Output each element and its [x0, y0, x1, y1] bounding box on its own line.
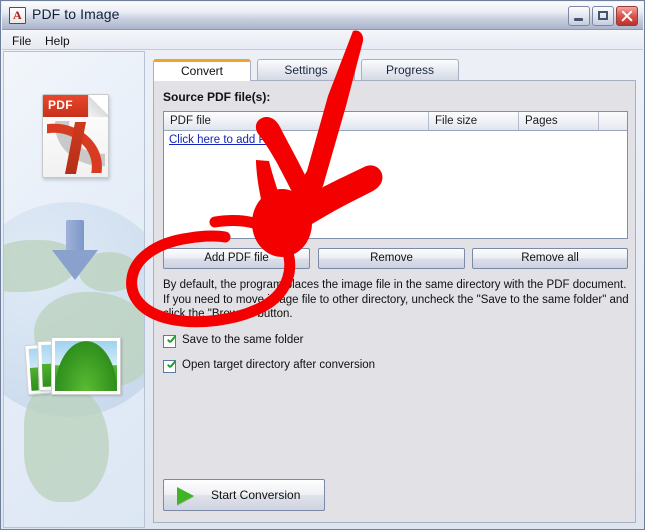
click-here-to-add-pdf-link[interactable]: Click here to add PDF — [169, 134, 282, 146]
down-arrow-icon — [52, 220, 98, 282]
checkbox-icon[interactable] — [163, 335, 176, 348]
list-header-row: PDF file File size Pages — [164, 112, 627, 131]
main-content-area: Convert Settings Progress Source PDF fil… — [148, 53, 642, 528]
title-bar: PDF to Image — [2, 2, 643, 30]
maximize-button[interactable] — [592, 6, 614, 26]
remove-button[interactable]: Remove — [318, 248, 465, 269]
convert-panel: Source PDF file(s): PDF file File size P… — [153, 80, 636, 523]
application-window: PDF to Image File Help — [0, 0, 645, 530]
pdf-badge-label — [43, 95, 89, 117]
pdf-app-icon — [9, 7, 26, 24]
window-title: PDF to Image — [32, 6, 120, 22]
column-header-pages[interactable]: Pages — [519, 112, 599, 130]
remove-all-button[interactable]: Remove all — [472, 248, 628, 269]
start-conversion-label: Start Conversion — [211, 488, 301, 502]
menu-bar: File Help — [2, 30, 643, 50]
tab-convert[interactable]: Convert — [153, 59, 251, 81]
close-button[interactable] — [616, 6, 638, 26]
column-header-file-size[interactable]: File size — [429, 112, 519, 130]
tab-progress[interactable]: Progress — [361, 59, 459, 81]
start-conversion-button[interactable]: Start Conversion — [163, 479, 325, 511]
minimize-button[interactable] — [568, 6, 590, 26]
checkbox-label: Open target directory after conversion — [182, 359, 376, 371]
pdf-file-list[interactable]: PDF file File size Pages Click here to a… — [163, 111, 628, 239]
tab-settings[interactable]: Settings — [257, 59, 355, 81]
play-icon — [177, 487, 194, 505]
menu-item-help[interactable]: Help — [40, 33, 75, 49]
pdf-document-icon — [42, 94, 109, 178]
source-files-label: Source PDF file(s): — [163, 90, 271, 104]
checkbox-icon[interactable] — [163, 360, 176, 373]
description-text: By default, the program places the image… — [163, 279, 629, 320]
checkbox-label: Save to the same folder — [182, 334, 304, 346]
menu-item-file[interactable]: File — [7, 33, 36, 49]
sidebar-illustration-panel — [3, 51, 145, 528]
column-header-pdf-file[interactable]: PDF file — [164, 112, 429, 130]
add-pdf-file-button[interactable]: Add PDF file — [163, 248, 310, 269]
column-header-extra[interactable] — [599, 112, 627, 130]
image-stack-icon — [24, 335, 131, 413]
